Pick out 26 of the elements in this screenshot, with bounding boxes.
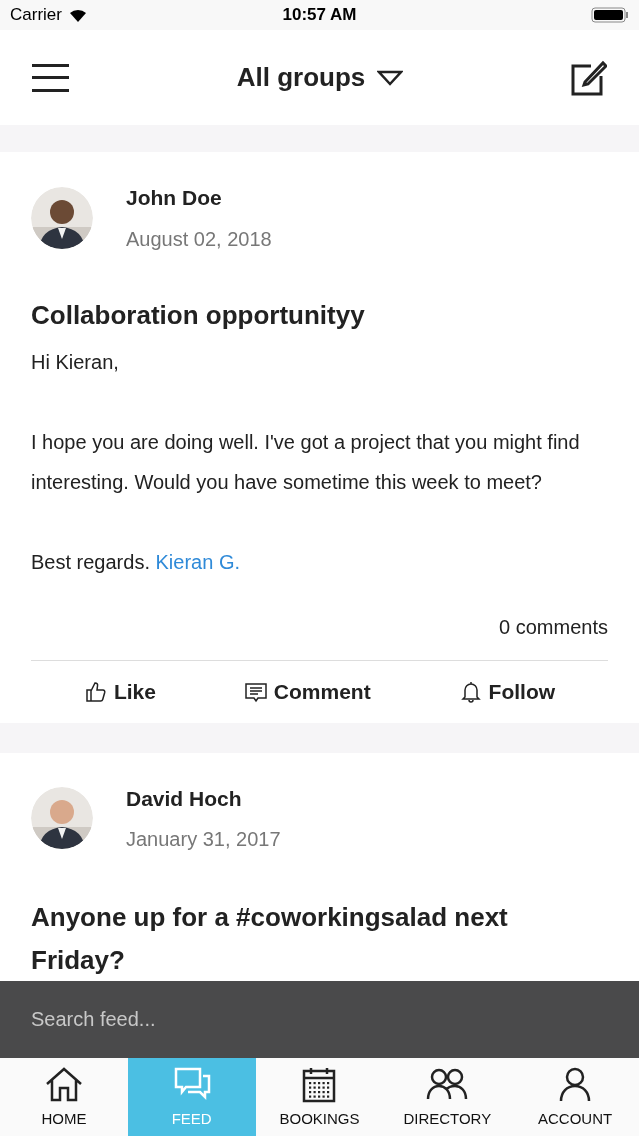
wifi-icon: [67, 7, 88, 23]
bell-icon: [458, 679, 483, 704]
group-dropdown[interactable]: All groups: [236, 58, 404, 97]
thumbs-up-icon: [83, 679, 108, 704]
author-name: John Doe: [126, 185, 223, 211]
battery-icon: [591, 7, 629, 23]
compose-icon: [571, 59, 607, 96]
carrier-name: Carrier: [10, 4, 62, 27]
menu-button[interactable]: [32, 63, 69, 92]
caret-icon: [377, 69, 404, 86]
author-name: David Hoch: [126, 785, 243, 812]
comment-count[interactable]: 0 comments: [499, 611, 608, 642]
post-date: August 02, 2018: [126, 226, 272, 252]
post-title: Collaboration opportunityy: [31, 298, 366, 332]
compose-button[interactable]: [571, 59, 607, 96]
post-paragraph: I hope you are doing well. I've got a project that you might find interesting. Would you have sometime this week to meet?: [31, 429, 581, 495]
search-field[interactable]: Search feed...: [0, 981, 639, 1058]
post-signoff: Best regards. Kieran G.: [31, 549, 241, 575]
post-title: Anyone up for a #coworkingsalad next Friday?: [30, 901, 509, 977]
post-date: January 31, 2017: [126, 827, 281, 852]
clock-time: 10:57 AM: [282, 4, 357, 27]
post-paragraph: Hi Kieran,: [31, 349, 120, 375]
author-link[interactable]: Kieran G.: [155, 550, 240, 573]
like-button[interactable]: Like: [83, 675, 156, 708]
comment-button[interactable]: Comment: [243, 675, 371, 708]
follow-button[interactable]: Follow: [458, 675, 556, 708]
